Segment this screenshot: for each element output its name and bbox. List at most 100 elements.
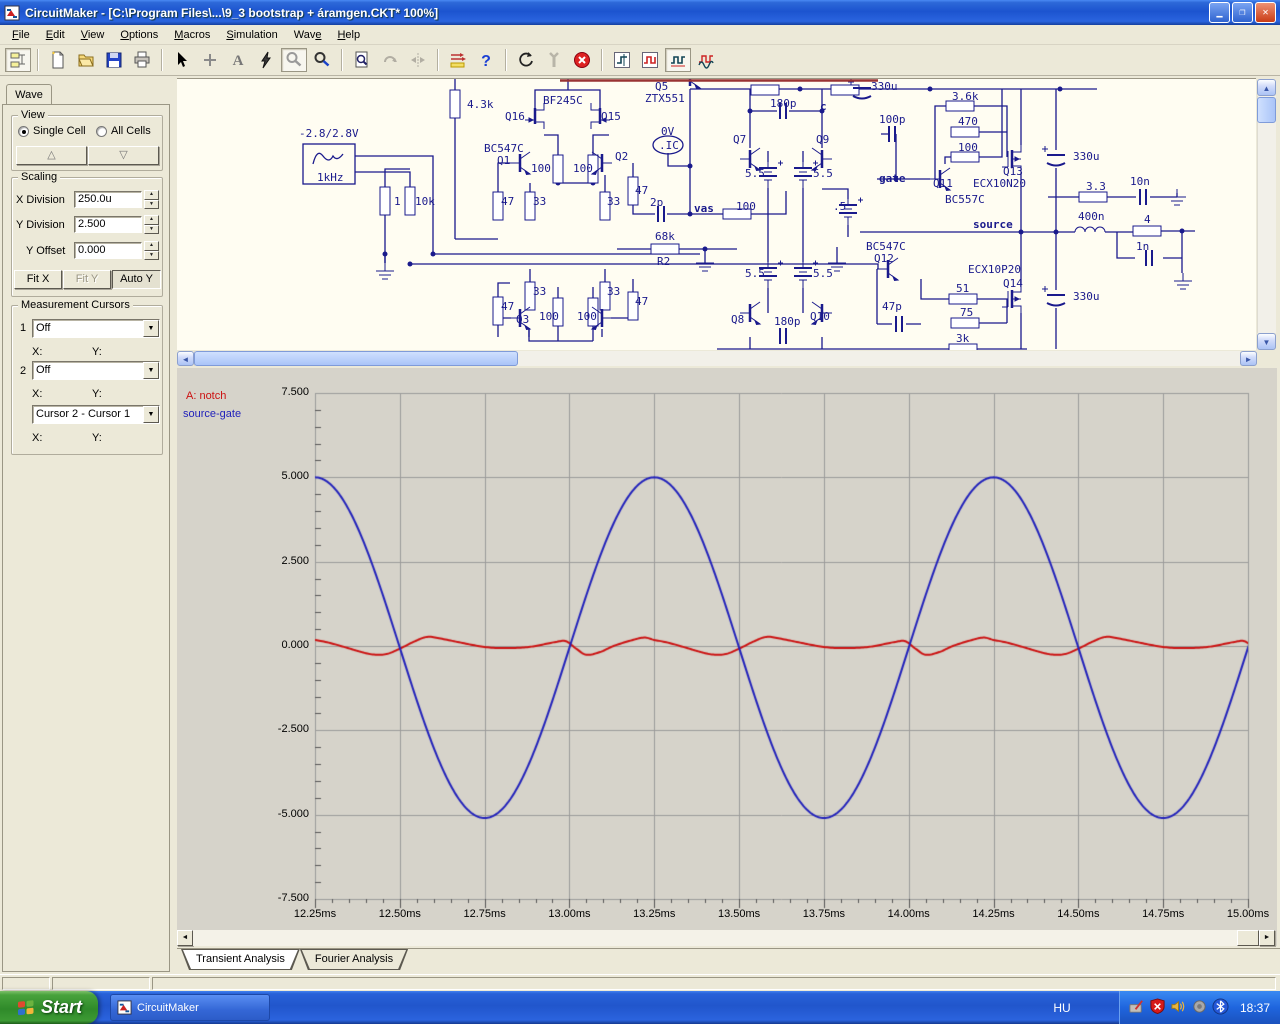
menu-macros[interactable]: Macros xyxy=(166,27,218,43)
tab-transient-analysis[interactable]: Transient Analysis xyxy=(181,949,300,970)
device-icon[interactable] xyxy=(1191,998,1208,1018)
legend-red: A: notch xyxy=(186,390,226,402)
x-tick-label: 14.00ms xyxy=(877,908,941,920)
taskbar-task-circuitmaker[interactable]: CircuitMaker xyxy=(110,994,270,1021)
start-button[interactable]: Start xyxy=(0,991,98,1024)
scope-step-button[interactable] xyxy=(609,48,635,72)
title-bar[interactable]: CircuitMaker - [C:\Program Files\...\9_3… xyxy=(0,0,1280,25)
component-label: 330u xyxy=(1073,290,1100,303)
wave-scroll-left-button[interactable] xyxy=(177,930,193,946)
schematic-scroll-up-button[interactable] xyxy=(1257,79,1276,96)
taskbar-clock[interactable]: 18:37 xyxy=(1240,1001,1270,1015)
tab-wave[interactable]: Wave xyxy=(6,84,52,105)
waveform-plot[interactable] xyxy=(177,368,1277,930)
rotate-button[interactable] xyxy=(377,48,403,72)
component-label: 470 xyxy=(958,115,978,128)
x-division-field[interactable]: 250.0u xyxy=(74,191,142,208)
menu-view[interactable]: View xyxy=(73,27,113,43)
print-button[interactable] xyxy=(129,48,155,72)
schematic-canvas[interactable]: -2.8/2.8V1kHz110k4.3kQ16BF245CQ15BC547CQ… xyxy=(177,78,1256,350)
wave-scroll-right-button[interactable] xyxy=(1259,930,1275,946)
close-button[interactable]: ✕ xyxy=(1255,2,1276,23)
scope-mixed-button[interactable] xyxy=(693,48,719,72)
component-label: BC557C xyxy=(945,193,985,206)
cursor-diff-combobox[interactable]: Cursor 2 - Cursor 1 xyxy=(32,405,160,424)
security-shield-icon[interactable] xyxy=(1149,998,1166,1018)
menu-options[interactable]: Options xyxy=(112,27,166,43)
component-label: 3.3 xyxy=(1086,180,1106,193)
language-indicator[interactable]: HU xyxy=(1040,991,1084,1024)
zoom-page-button[interactable] xyxy=(349,48,375,72)
text-tool-button[interactable]: A xyxy=(225,48,251,72)
dropdown-arrow-icon[interactable] xyxy=(143,362,159,379)
component-label: 47 xyxy=(501,300,514,313)
schematic-scroll-right-button[interactable] xyxy=(1240,351,1257,366)
toolbar-separator xyxy=(601,49,603,71)
schematic-hscroll-thumb[interactable] xyxy=(194,351,518,366)
junction-dots xyxy=(383,87,1185,267)
reset-loop-button[interactable] xyxy=(513,48,539,72)
y-division-field[interactable]: 2.500 xyxy=(74,216,142,233)
dropdown-arrow-icon[interactable] xyxy=(143,406,159,423)
new-document-button[interactable] xyxy=(45,48,71,72)
menu-help[interactable]: Help xyxy=(329,27,368,43)
wave-hscroll-thumb[interactable] xyxy=(1237,930,1259,946)
delete-lightning-button[interactable] xyxy=(253,48,279,72)
volume-icon[interactable] xyxy=(1170,998,1187,1018)
component-label: .5 xyxy=(833,200,846,213)
single-step-button[interactable] xyxy=(541,48,567,72)
scope-square-button[interactable] xyxy=(637,48,663,72)
restore-button[interactable]: ❐ xyxy=(1232,2,1253,23)
bluetooth-icon[interactable] xyxy=(1212,998,1229,1018)
schematic-scroll-down-button[interactable] xyxy=(1257,333,1276,350)
schematic-vscroll-thumb[interactable] xyxy=(1257,97,1276,123)
cell-up-button[interactable]: △ xyxy=(16,146,87,165)
cursor2-combobox[interactable]: Off xyxy=(32,361,160,380)
cell-down-button[interactable]: ▽ xyxy=(88,146,159,165)
y-tick-label: -7.500 xyxy=(249,892,309,904)
schematic-scroll-left-button[interactable] xyxy=(177,351,194,366)
fit-y-button[interactable]: Fit Y xyxy=(63,270,111,289)
wire-plus-button[interactable] xyxy=(197,48,223,72)
help-button[interactable]: ? xyxy=(473,48,499,72)
dropdown-arrow-icon[interactable] xyxy=(143,320,159,337)
component-label: 10n xyxy=(1130,175,1150,188)
x-tick-label: 14.75ms xyxy=(1131,908,1195,920)
mixed-mode-button[interactable] xyxy=(445,48,471,72)
y-offset-spinner[interactable] xyxy=(144,241,159,260)
auto-y-button[interactable]: Auto Y xyxy=(112,270,161,289)
open-file-button[interactable] xyxy=(73,48,99,72)
x-tick-label: 13.50ms xyxy=(707,908,771,920)
zoom-magnifier-button[interactable] xyxy=(309,48,335,72)
radio-single-cell[interactable]: Single Cell xyxy=(18,125,86,137)
stop-simulation-button[interactable] xyxy=(569,48,595,72)
tab-fourier-analysis[interactable]: Fourier Analysis xyxy=(300,949,408,970)
select-arrow-button[interactable] xyxy=(169,48,195,72)
circuitmaker-window: CircuitMaker - [C:\Program Files\...\9_3… xyxy=(0,0,1280,1024)
menu-simulation[interactable]: Simulation xyxy=(218,27,285,43)
analysis-tabs: Transient AnalysisFourier Analysis xyxy=(177,948,1280,974)
radio-all-cells[interactable]: All Cells xyxy=(96,125,151,137)
minimize-button[interactable]: ▁ xyxy=(1209,2,1230,23)
fit-x-button[interactable]: Fit X xyxy=(14,270,62,289)
probe-tool-button[interactable] xyxy=(281,48,307,72)
y-division-spinner[interactable] xyxy=(144,215,159,234)
component-label: 33 xyxy=(607,285,620,298)
y-offset-field[interactable]: 0.000 xyxy=(74,242,142,259)
x-division-label: X Division xyxy=(16,194,65,206)
component-label: 1n xyxy=(1136,240,1149,253)
menu-file[interactable]: File xyxy=(4,27,38,43)
scope-multi-button[interactable] xyxy=(665,48,691,72)
cursor1-combobox[interactable]: Off xyxy=(32,319,160,338)
component-label: R2 xyxy=(657,255,670,268)
menu-edit[interactable]: Edit xyxy=(38,27,73,43)
mirror-button[interactable] xyxy=(405,48,431,72)
schematic-vscroll-track[interactable] xyxy=(1257,96,1276,333)
save-file-button[interactable] xyxy=(101,48,127,72)
menu-wave[interactable]: Wave xyxy=(286,27,330,43)
parts-browser-button[interactable] xyxy=(5,48,31,72)
tablet-icon[interactable] xyxy=(1128,998,1145,1018)
y-tick-label: 5.000 xyxy=(249,470,309,482)
wave-hscroll-track[interactable] xyxy=(193,930,1259,946)
x-division-spinner[interactable] xyxy=(144,190,159,209)
